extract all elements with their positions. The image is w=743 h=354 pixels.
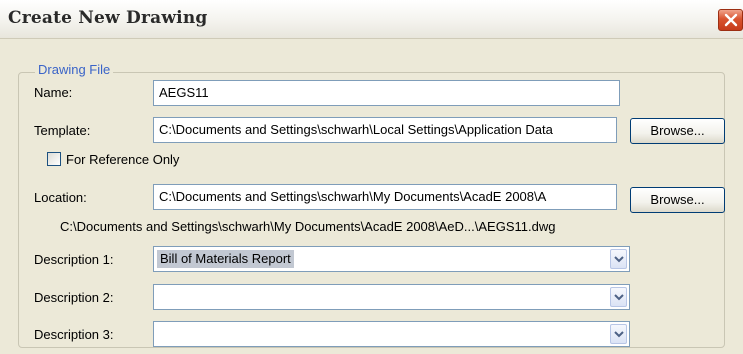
create-new-drawing-dialog: Create New Drawing Drawing File Name: AE… bbox=[0, 0, 743, 354]
dialog-title: Create New Drawing bbox=[8, 8, 208, 28]
location-browse-button[interactable]: Browse... bbox=[630, 187, 725, 213]
location-input[interactable]: C:\Documents and Settings\schwarh\My Doc… bbox=[153, 184, 617, 210]
chevron-down-icon bbox=[614, 294, 624, 301]
for-reference-only-label[interactable]: For Reference Only bbox=[66, 152, 179, 167]
description-3-value bbox=[157, 325, 163, 343]
close-button[interactable] bbox=[718, 9, 743, 31]
title-bar[interactable]: Create New Drawing bbox=[0, 0, 743, 39]
description-3-label: Description 3: bbox=[34, 327, 114, 342]
template-input[interactable]: C:\Documents and Settings\schwarh\Local … bbox=[153, 117, 617, 143]
close-icon bbox=[724, 13, 738, 27]
description-3-dropdown-button[interactable] bbox=[610, 324, 627, 344]
description-2-dropdown-button[interactable] bbox=[610, 287, 627, 307]
description-2-combo[interactable] bbox=[153, 284, 630, 310]
for-reference-only-checkbox[interactable] bbox=[47, 152, 61, 166]
description-1-combo[interactable]: Bill of Materials Report bbox=[153, 246, 630, 272]
chevron-down-icon bbox=[614, 256, 624, 263]
description-2-value bbox=[157, 288, 163, 306]
description-1-label: Description 1: bbox=[34, 252, 114, 267]
full-drawing-path: C:\Documents and Settings\schwarh\My Doc… bbox=[60, 219, 556, 234]
description-2-label: Description 2: bbox=[34, 290, 114, 305]
description-1-value: Bill of Materials Report bbox=[157, 250, 294, 268]
description-1-dropdown-button[interactable] bbox=[610, 249, 627, 269]
drawing-file-legend: Drawing File bbox=[35, 62, 114, 77]
template-label: Template: bbox=[34, 123, 91, 138]
name-label: Name: bbox=[34, 85, 73, 100]
location-label: Location: bbox=[34, 190, 87, 205]
template-browse-button[interactable]: Browse... bbox=[630, 118, 725, 144]
description-3-combo[interactable] bbox=[153, 321, 630, 347]
chevron-down-icon bbox=[614, 331, 624, 338]
name-input[interactable]: AEGS11 bbox=[153, 80, 620, 106]
